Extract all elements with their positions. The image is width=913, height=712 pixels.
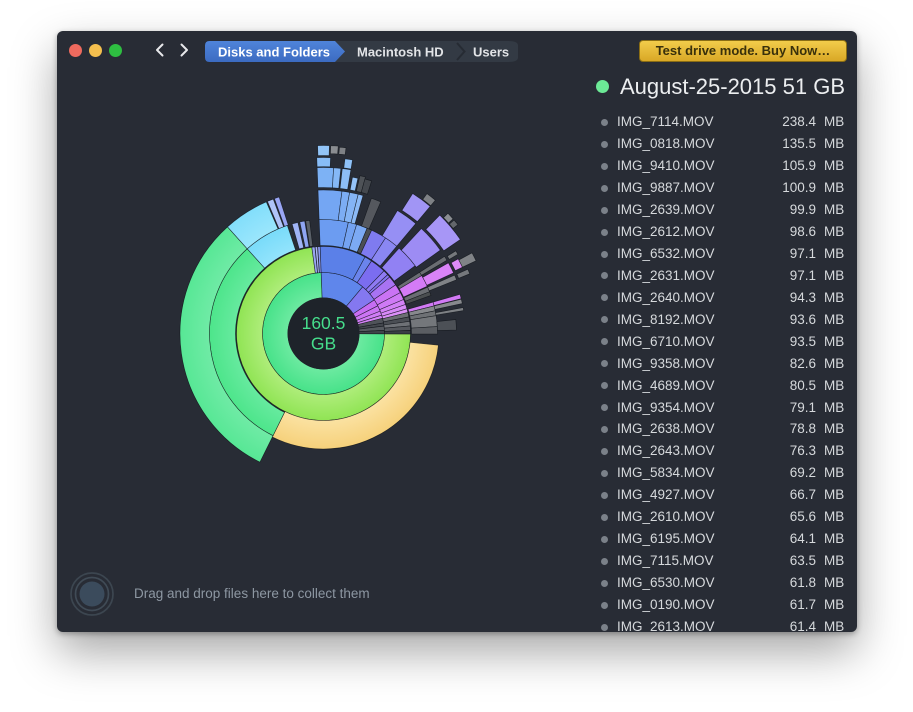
svg-text:GB: GB bbox=[311, 334, 336, 354]
svg-text:160.5: 160.5 bbox=[302, 313, 346, 333]
